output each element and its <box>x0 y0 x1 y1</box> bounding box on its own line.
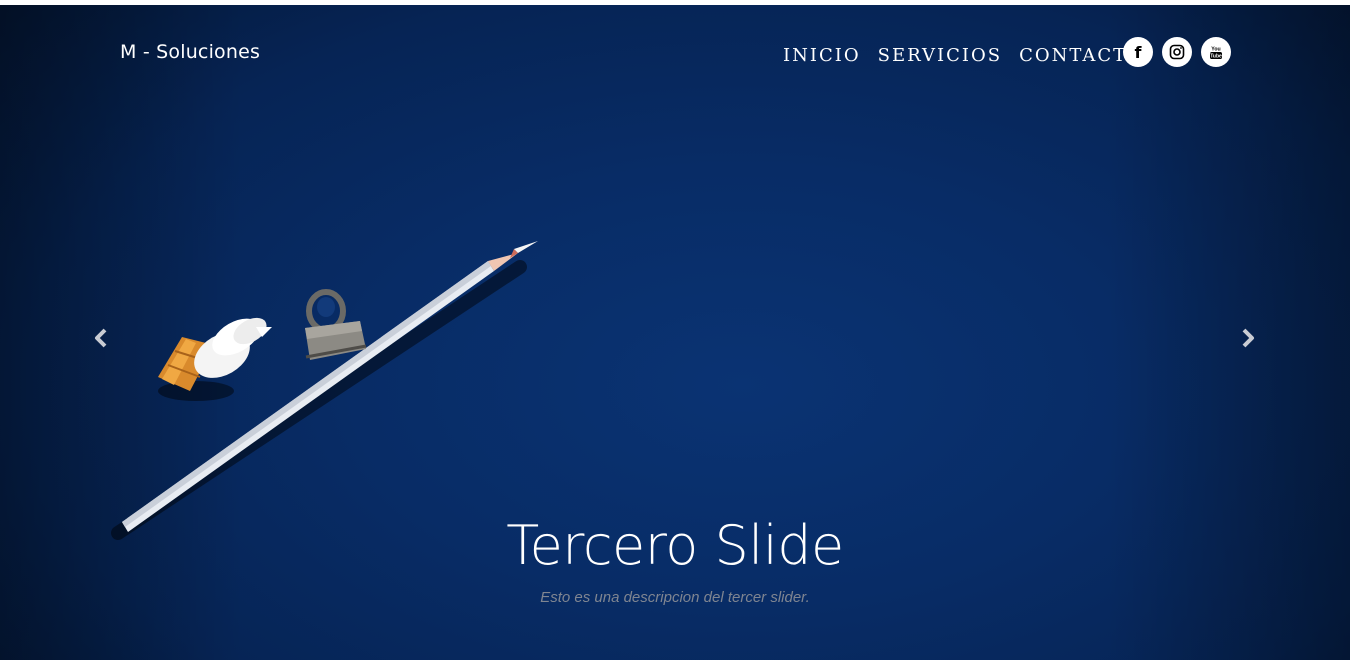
nav-item-servicios[interactable]: SERVICIOS <box>878 45 1002 66</box>
carousel-prev-button[interactable] <box>86 323 116 353</box>
social-links: f You Tube <box>1123 37 1231 67</box>
youtube-icon[interactable]: You Tube <box>1201 37 1231 67</box>
chevron-right-icon <box>1242 328 1254 348</box>
carousel-next-button[interactable] <box>1233 323 1263 353</box>
ice-cream-image <box>158 317 272 401</box>
binder-clip-image <box>305 289 367 360</box>
instagram-icon[interactable] <box>1162 37 1192 67</box>
hero-carousel: M - Soluciones INICIO SERVICIOS CONTACTO… <box>0 5 1350 660</box>
chevron-left-icon <box>95 328 107 348</box>
svg-text:You: You <box>1211 47 1220 53</box>
slide-title: Tercero Slide <box>506 514 844 577</box>
brand-logo[interactable]: M - Soluciones <box>120 41 260 63</box>
svg-text:Tube: Tube <box>1210 54 1222 60</box>
nav-item-inicio[interactable]: INICIO <box>783 45 861 66</box>
slide-description: Esto es una descripcion del tercer slide… <box>540 589 810 606</box>
main-nav: INICIO SERVICIOS CONTACTO <box>783 45 1144 66</box>
facebook-icon[interactable]: f <box>1123 37 1153 67</box>
